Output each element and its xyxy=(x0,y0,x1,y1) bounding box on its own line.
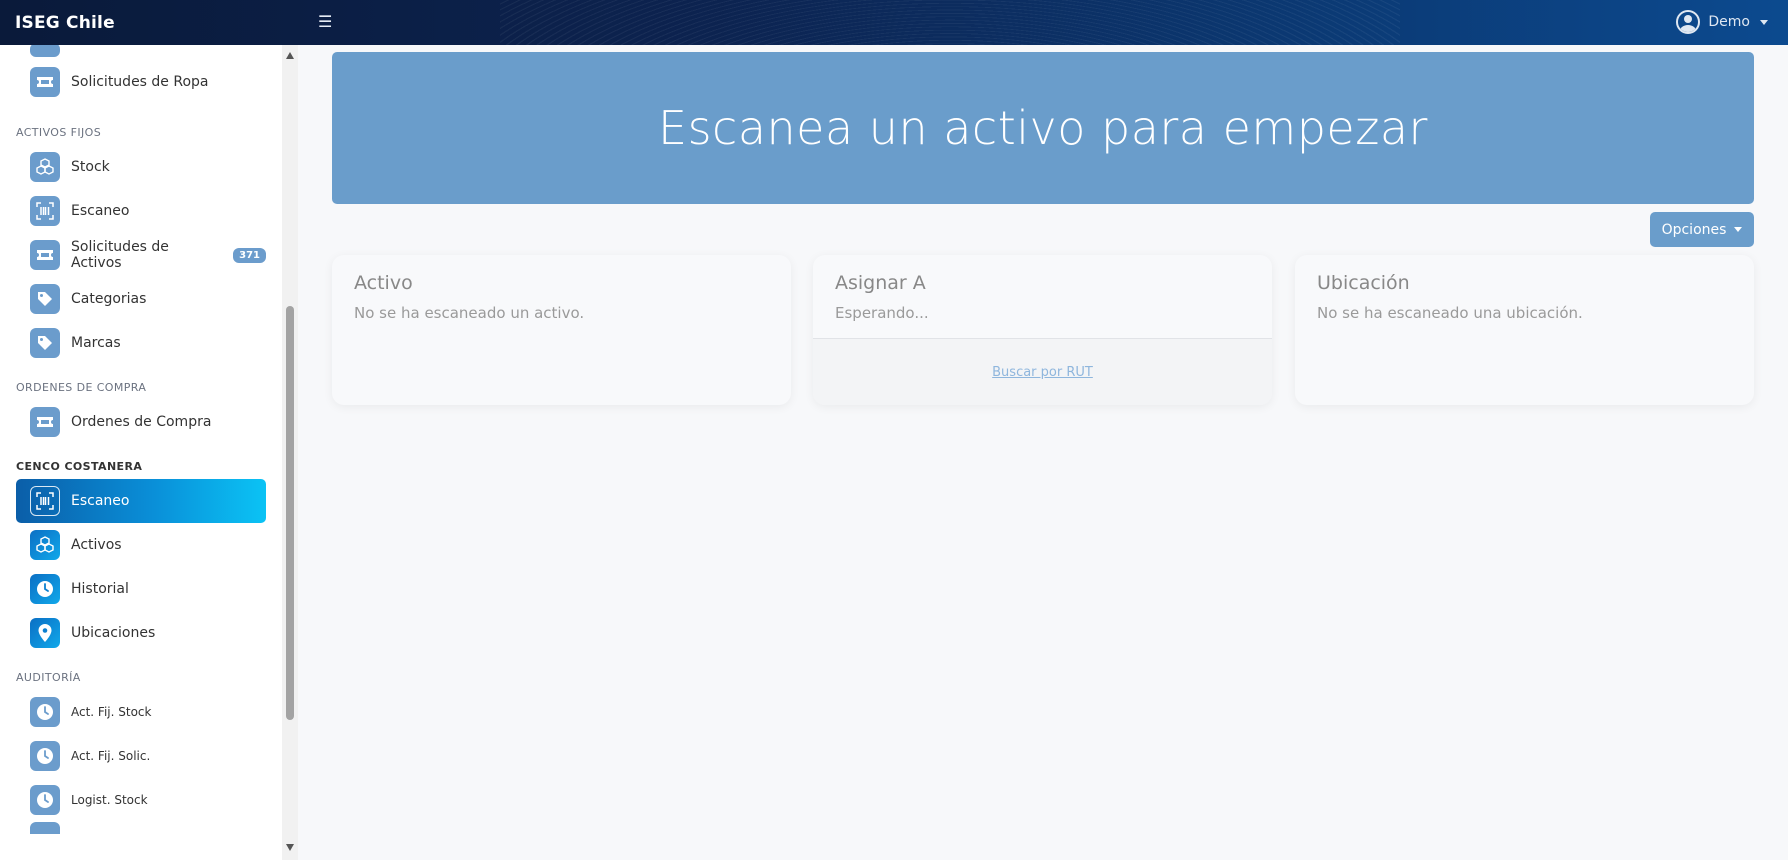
clock-icon xyxy=(30,697,60,727)
card-title: Activo xyxy=(354,272,413,294)
sidebar-item-label: Solicitudes de Activos xyxy=(71,239,169,271)
sidebar-item-categorias[interactable]: Categorias xyxy=(16,277,266,321)
barcode-scan-icon xyxy=(30,486,60,516)
ticket-icon xyxy=(30,67,60,97)
sidebar-item-label: Historial xyxy=(71,581,129,597)
sidebar-item-ubicaciones[interactable]: Ubicaciones xyxy=(16,611,266,655)
sidebar-item-label: Ubicaciones xyxy=(71,625,156,641)
card-status-text: No se ha escaneado una ubicación. xyxy=(1317,304,1583,322)
sidebar-item-clipped[interactable] xyxy=(16,45,266,57)
cubes-icon xyxy=(30,152,60,182)
card-footer: Buscar por RUT xyxy=(813,338,1272,405)
clock-icon xyxy=(30,574,60,604)
ticket-icon xyxy=(30,240,60,270)
activo-card: Activo No se ha escaneado un activo. xyxy=(332,255,791,405)
asignar-card: Asignar A Esperando... Buscar por RUT xyxy=(813,255,1272,405)
scrollbar-thumb[interactable] xyxy=(286,306,294,720)
sidebar-item-label: Stock xyxy=(71,159,110,175)
sidebar-item-label: Activos xyxy=(71,537,122,553)
section-title-cenco-costanera: CENCO COSTANERA xyxy=(16,460,143,473)
count-badge: 371 xyxy=(233,247,266,263)
scroll-down-arrow-icon[interactable] xyxy=(286,844,294,851)
sidebar: Solicitudes de Ropa ACTIVOS FIJOS Stock … xyxy=(0,45,298,860)
sidebar-item-label: Solicitudes de Ropa xyxy=(71,74,209,90)
chevron-down-icon xyxy=(1760,19,1768,25)
sidebar-item-label: Act. Fij. Solic. xyxy=(71,749,151,763)
ubicacion-card: Ubicación No se ha escaneado una ubicaci… xyxy=(1295,255,1754,405)
sidebar-item-cenco-escaneo[interactable]: Escaneo xyxy=(16,479,266,523)
sidebar-item-logist-stock[interactable]: Logist. Stock xyxy=(16,778,266,822)
barcode-scan-icon xyxy=(30,196,60,226)
user-menu[interactable]: Demo xyxy=(1676,10,1768,34)
sidebar-item-act-fij-solic[interactable]: Act. Fij. Solic. xyxy=(16,734,266,778)
ticket-icon xyxy=(30,45,60,57)
tag-icon xyxy=(30,284,60,314)
sidebar-item-clipped-bottom[interactable] xyxy=(16,822,266,842)
buscar-por-rut-link[interactable]: Buscar por RUT xyxy=(992,365,1093,380)
map-pin-icon xyxy=(30,618,60,648)
cubes-icon xyxy=(30,530,60,560)
options-label: Opciones xyxy=(1661,221,1727,238)
menu-toggle-icon[interactable]: ☰ xyxy=(318,12,332,31)
sidebar-item-label: Logist. Stock xyxy=(71,793,148,807)
banner-title: Escanea un activo para empezar xyxy=(658,101,1428,155)
sidebar-item-historial[interactable]: Historial xyxy=(16,567,266,611)
card-title: Asignar A xyxy=(835,272,926,294)
sidebar-item-act-fij-stock[interactable]: Act. Fij. Stock xyxy=(16,690,266,734)
top-navbar: ISEG Chile ☰ Demo xyxy=(0,0,1788,45)
tag-icon xyxy=(30,328,60,358)
chevron-down-icon xyxy=(1734,227,1743,232)
sidebar-item-marcas[interactable]: Marcas xyxy=(16,321,266,365)
user-avatar-icon xyxy=(1676,10,1701,34)
clock-icon xyxy=(30,741,60,771)
ticket-icon xyxy=(30,407,60,437)
clock-icon xyxy=(30,785,60,815)
sidebar-item-activos[interactable]: Activos xyxy=(16,523,266,567)
scroll-up-arrow-icon[interactable] xyxy=(286,52,294,59)
sidebar-item-label: Escaneo xyxy=(71,493,130,509)
sidebar-item-label: Marcas xyxy=(71,335,121,351)
sidebar-item-label: Escaneo xyxy=(71,203,130,219)
sidebar-item-stock[interactable]: Stock xyxy=(16,145,266,189)
section-title-auditoria: AUDITORÍA xyxy=(16,671,81,684)
clock-icon xyxy=(30,822,60,834)
section-title-ordenes-compra: ORDENES DE COMPRA xyxy=(16,381,147,394)
sidebar-item-ordenes-compra[interactable]: Ordenes de Compra xyxy=(16,400,266,444)
sidebar-item-solicitudes-activos[interactable]: Solicitudes de Activos 371 xyxy=(16,233,266,277)
sidebar-item-label: Act. Fij. Stock xyxy=(71,705,152,719)
sidebar-item-escaneo[interactable]: Escaneo xyxy=(16,189,266,233)
options-dropdown-button[interactable]: Opciones xyxy=(1650,212,1754,247)
section-title-activos-fijos: ACTIVOS FIJOS xyxy=(16,126,102,139)
card-title: Ubicación xyxy=(1317,272,1410,294)
scan-prompt-banner: Escanea un activo para empezar xyxy=(332,52,1754,204)
card-status-text: Esperando... xyxy=(835,304,929,322)
sidebar-item-label: Categorias xyxy=(71,291,147,307)
sidebar-item-solicitudes-ropa[interactable]: Solicitudes de Ropa xyxy=(16,60,266,104)
brand-logo[interactable]: ISEG Chile xyxy=(15,13,115,33)
card-status-text: No se ha escaneado un activo. xyxy=(354,304,585,322)
user-name: Demo xyxy=(1708,14,1750,30)
sidebar-menu: Solicitudes de Ropa ACTIVOS FIJOS Stock … xyxy=(0,45,282,842)
sidebar-item-label: Ordenes de Compra xyxy=(71,414,212,430)
